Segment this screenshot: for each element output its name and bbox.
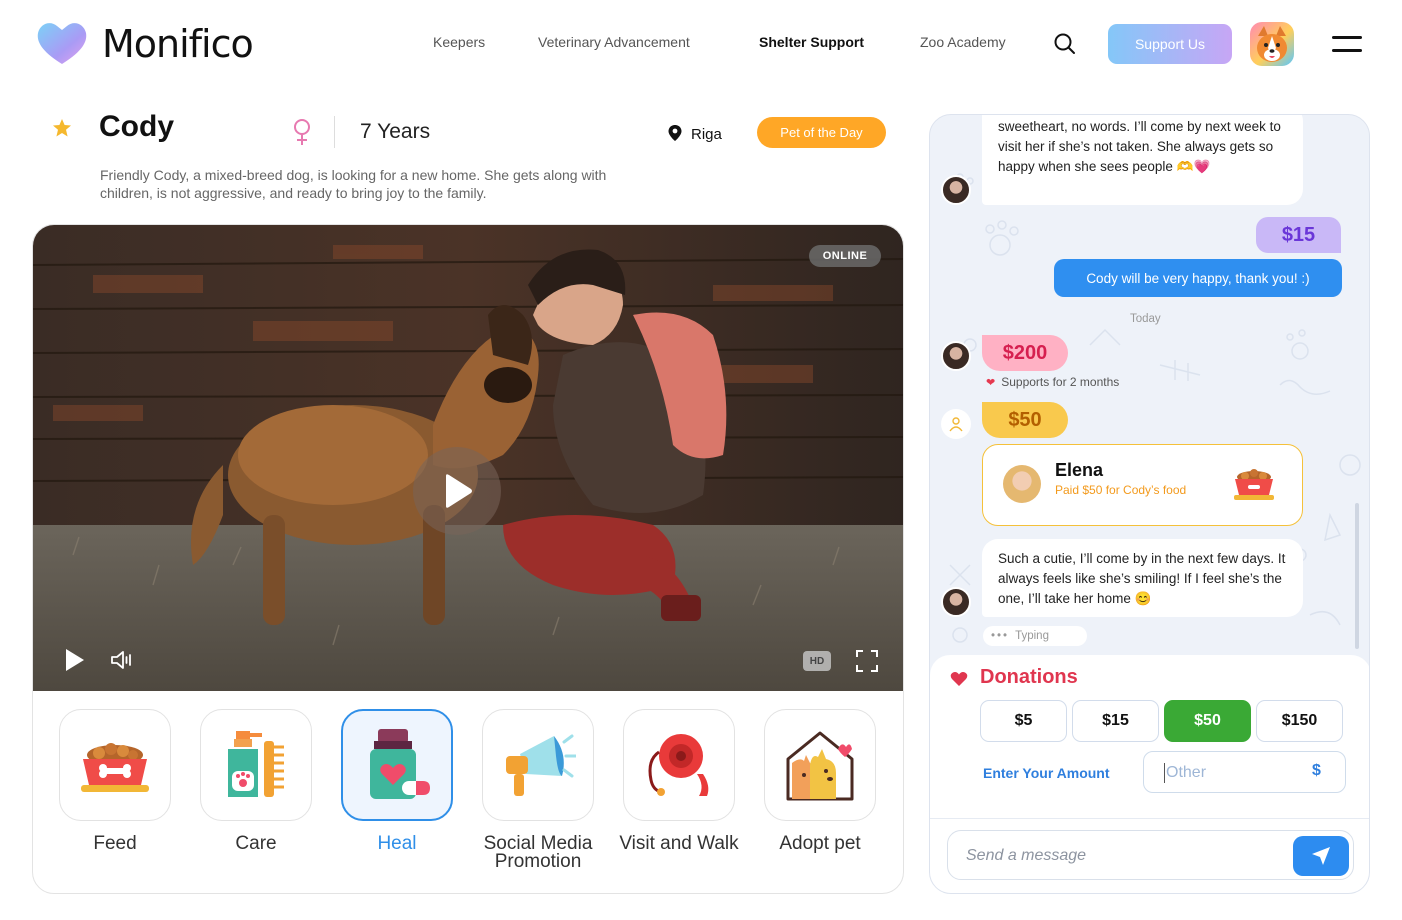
heart-icon xyxy=(950,672,968,686)
grooming-kit-icon xyxy=(228,731,284,797)
video-player[interactable]: ONLINE HD xyxy=(33,225,903,691)
volume-icon[interactable] xyxy=(109,649,133,671)
support-actions: Feed Care Heal Social Media Promotion Vi… xyxy=(59,709,889,879)
play-icon xyxy=(446,474,472,508)
medicine-icon xyxy=(370,729,430,799)
action-label: Feed xyxy=(93,833,137,854)
online-badge: ONLINE xyxy=(809,245,881,267)
donation-card: Elena Paid $50 for Cody’s food xyxy=(982,444,1303,526)
donate-15-button[interactable]: $15 xyxy=(1072,700,1159,742)
action-adopt-pet[interactable]: Adopt pet xyxy=(764,709,876,853)
text-cursor xyxy=(1164,763,1165,783)
sender-avatar xyxy=(941,175,971,205)
star-icon[interactable] xyxy=(52,118,72,138)
pet-card: ONLINE HD Feed Care Heal Social Media Pr… xyxy=(32,224,904,894)
action-tile[interactable] xyxy=(59,709,171,821)
action-label: Care xyxy=(235,833,277,854)
action-tile[interactable] xyxy=(623,709,735,821)
message-bubble: sweetheart, no words. I’ll come by next … xyxy=(982,115,1303,205)
corgi-avatar-icon xyxy=(1257,26,1287,62)
action-care[interactable]: Care xyxy=(200,709,312,853)
top-header: Monifico Keepers Veterinary Advancement … xyxy=(0,0,1402,90)
hd-quality-badge[interactable]: HD xyxy=(803,651,831,671)
currency-symbol: $ xyxy=(1312,762,1321,779)
heart-icon: ❤ xyxy=(986,377,996,389)
nav-keepers[interactable]: Keepers xyxy=(433,34,485,50)
message-input[interactable] xyxy=(966,843,1276,869)
custom-amount-field[interactable]: $ xyxy=(1143,751,1346,793)
donations-section: Donations $5 $15 $50 $150 Enter Your Amo… xyxy=(930,655,1369,893)
fullscreen-icon[interactable] xyxy=(855,649,879,673)
donate-50-button[interactable]: $50 xyxy=(1164,700,1251,742)
action-label: Adopt pet xyxy=(779,833,861,854)
action-label: Social Media Promotion xyxy=(483,833,593,872)
donation-amount-pill: $15 xyxy=(1256,217,1341,253)
pet-description: Friendly Cody, a mixed-breed dog, is loo… xyxy=(100,167,607,201)
enter-amount-label: Enter Your Amount xyxy=(983,765,1110,781)
location-pin-icon xyxy=(668,125,682,141)
sender-avatar xyxy=(941,341,971,371)
sender-avatar xyxy=(941,587,971,617)
logo[interactable]: Monifico xyxy=(36,20,254,66)
donation-description: Paid $50 for Cody’s food xyxy=(1055,483,1187,497)
search-icon[interactable] xyxy=(1052,31,1078,57)
donations-title: Donations xyxy=(980,666,1078,688)
pet-of-the-day-badge: Pet of the Day xyxy=(757,117,886,148)
donation-amount-pill: $50 xyxy=(982,402,1068,438)
action-tile[interactable] xyxy=(200,709,312,821)
logo-text: Monifico xyxy=(102,22,254,66)
chat-scrollbar[interactable] xyxy=(1355,503,1359,649)
pet-city: Riga xyxy=(691,126,722,143)
nav-shelter-support[interactable]: Shelter Support xyxy=(759,34,864,50)
pet-house-icon xyxy=(786,731,854,801)
typing-text: Typing xyxy=(1015,630,1049,642)
action-feed[interactable]: Feed xyxy=(59,709,171,853)
donate-150-button[interactable]: $150 xyxy=(1256,700,1343,742)
message-bubble: Such a cutie, I’ll come by in the next f… xyxy=(982,539,1303,617)
megaphone-icon xyxy=(506,734,576,796)
food-bowl-icon xyxy=(81,743,149,792)
support-us-button[interactable]: Support Us xyxy=(1108,24,1232,64)
donation-amount-pill: $200 xyxy=(982,335,1068,371)
custom-amount-input[interactable] xyxy=(1166,761,1296,785)
user-icon xyxy=(949,417,963,432)
donor-name: Elena xyxy=(1055,460,1104,480)
action-tile[interactable] xyxy=(341,709,453,821)
heart-logo-icon xyxy=(37,23,87,64)
pet-name: Cody xyxy=(99,110,174,143)
action-heal[interactable]: Heal xyxy=(341,709,453,853)
send-button[interactable] xyxy=(1293,836,1349,876)
action-label: Visit and Walk xyxy=(619,833,739,854)
typing-indicator: ••• Typing xyxy=(983,626,1087,646)
action-label: Heal xyxy=(377,833,417,854)
day-separator: Today xyxy=(1130,313,1161,325)
section-divider xyxy=(930,818,1369,819)
message-composer xyxy=(947,830,1354,880)
pet-age: 7 Years xyxy=(360,120,431,143)
food-bowl-icon xyxy=(1234,469,1274,500)
play-small-icon[interactable] xyxy=(63,647,87,673)
action-social-media-promotion[interactable]: Social Media Promotion xyxy=(482,709,594,871)
chat-panel: sweetheart, no words. I’ll come by next … xyxy=(929,114,1370,894)
nav-zoo-academy[interactable]: Zoo Academy xyxy=(920,34,1006,50)
user-placeholder-avatar xyxy=(941,409,971,439)
action-tile[interactable] xyxy=(764,709,876,821)
leash-icon xyxy=(648,734,709,796)
user-avatar[interactable] xyxy=(1250,22,1294,66)
female-icon xyxy=(294,119,310,145)
donor-avatar xyxy=(1003,465,1041,503)
hamburger-menu-icon[interactable] xyxy=(1332,34,1362,54)
send-icon xyxy=(1312,847,1330,865)
reply-bubble: Cody will be very happy, thank you! :) xyxy=(1054,259,1342,297)
info-divider xyxy=(334,116,335,148)
supports-text: Supports for 2 months xyxy=(1001,375,1120,389)
play-button[interactable] xyxy=(413,447,501,535)
action-visit-and-walk[interactable]: Visit and Walk xyxy=(619,709,739,853)
supports-note: ❤ Supports for 2 months xyxy=(986,375,1119,389)
action-tile[interactable] xyxy=(482,709,594,821)
donate-5-button[interactable]: $5 xyxy=(980,700,1067,742)
nav-veterinary-advancement[interactable]: Veterinary Advancement xyxy=(538,34,690,50)
